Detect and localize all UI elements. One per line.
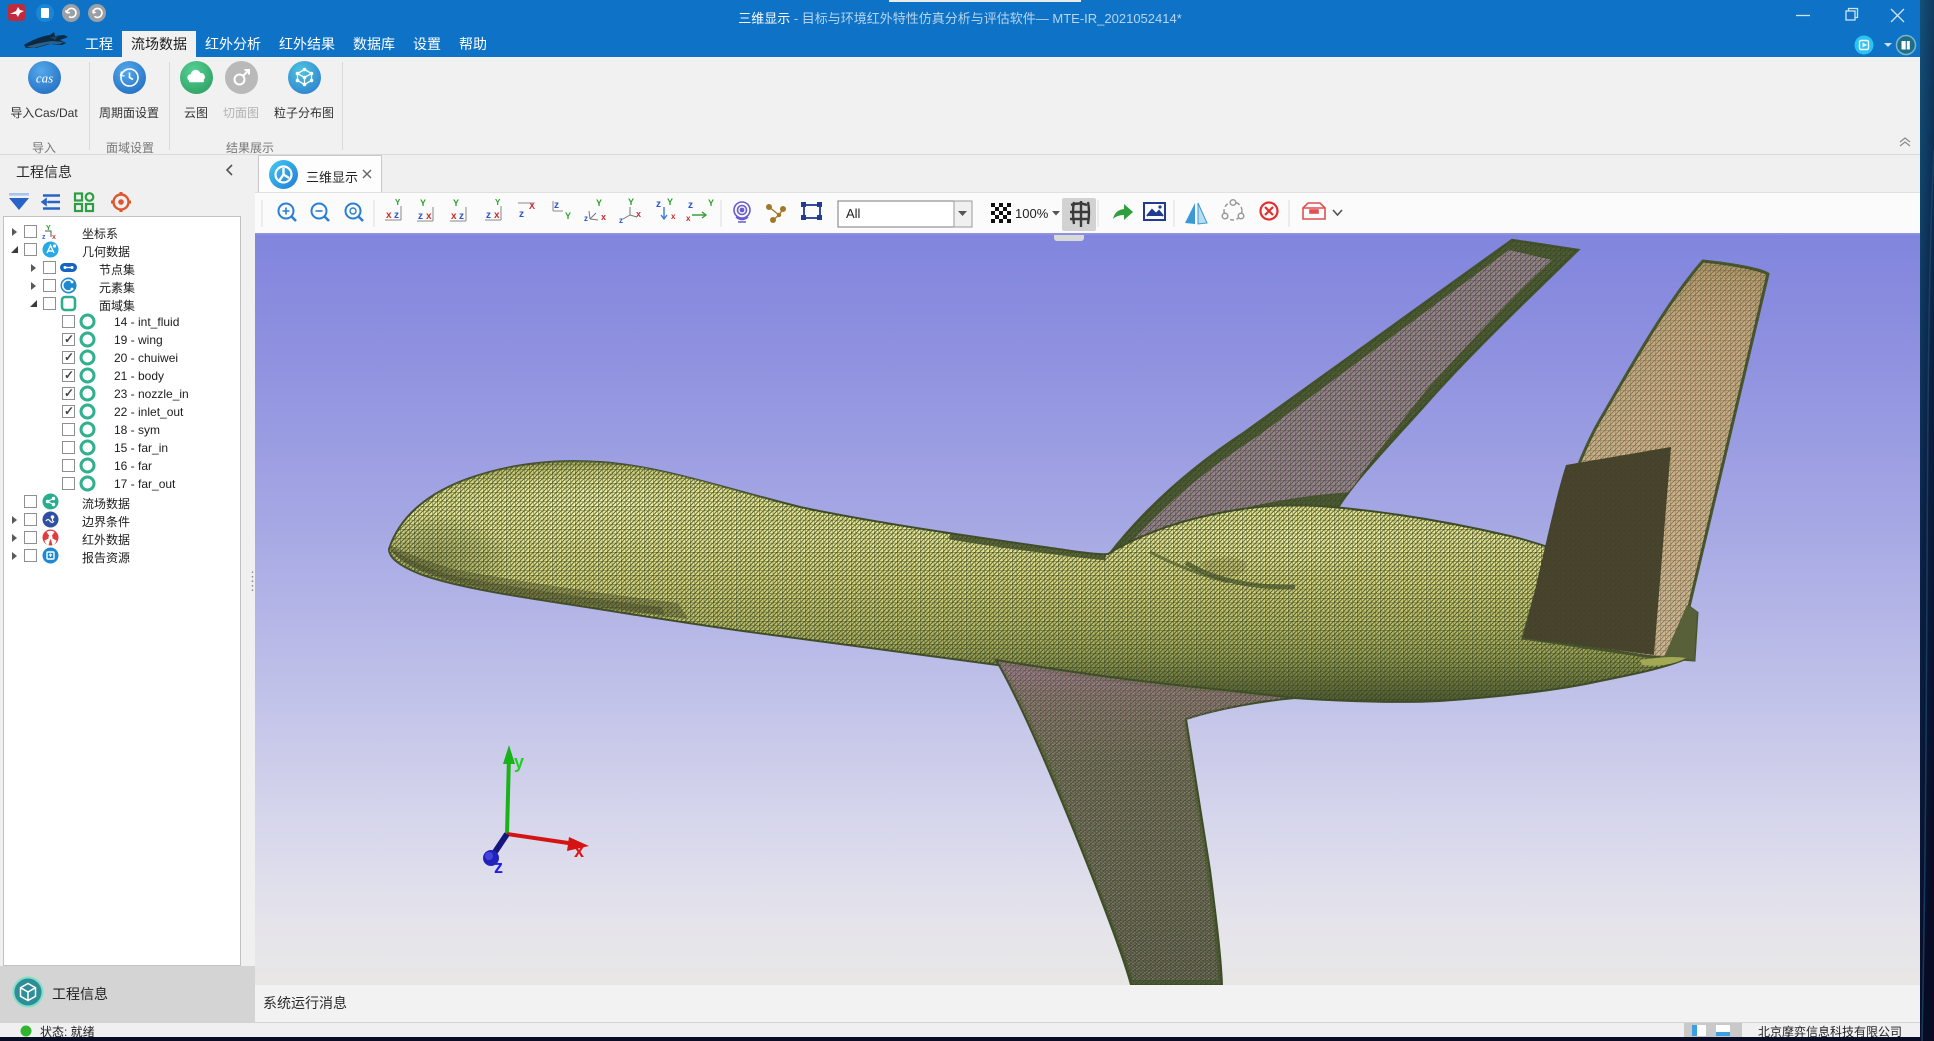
svg-text:Y: Y bbox=[667, 197, 673, 207]
svg-text:x: x bbox=[671, 212, 676, 221]
svg-text:z: z bbox=[486, 210, 491, 221]
svg-text:x: x bbox=[494, 210, 500, 221]
svg-text:x: x bbox=[386, 210, 392, 221]
svg-text:z: z bbox=[42, 234, 46, 240]
svg-text:z: z bbox=[554, 200, 559, 211]
svg-text:x: x bbox=[686, 214, 691, 223]
svg-text:cas: cas bbox=[35, 71, 52, 86]
svg-text:y: y bbox=[514, 752, 524, 772]
svg-text:100%: 100% bbox=[1015, 206, 1049, 221]
svg-text:x: x bbox=[601, 212, 606, 222]
svg-text:z: z bbox=[656, 199, 661, 210]
svg-text:z: z bbox=[688, 200, 693, 211]
svg-text:z: z bbox=[459, 211, 464, 222]
svg-text:Y: Y bbox=[420, 198, 426, 208]
svg-text:Y: Y bbox=[628, 197, 634, 207]
svg-text:z: z bbox=[394, 210, 399, 221]
svg-text:x: x bbox=[52, 234, 56, 240]
svg-text:Y: Y bbox=[495, 198, 501, 207]
svg-text:z: z bbox=[494, 857, 503, 877]
svg-text:Y: Y bbox=[596, 198, 602, 208]
svg-text:z: z bbox=[519, 209, 524, 220]
svg-text:z: z bbox=[584, 214, 588, 223]
svg-text:z: z bbox=[619, 216, 623, 225]
svg-text:x: x bbox=[574, 841, 584, 861]
svg-text:x: x bbox=[426, 211, 432, 222]
svg-text:Y: Y bbox=[565, 211, 571, 221]
svg-text:Y: Y bbox=[453, 198, 459, 208]
svg-text:Y: Y bbox=[708, 198, 714, 208]
svg-text:z: z bbox=[418, 211, 423, 222]
svg-text:x: x bbox=[636, 209, 641, 219]
svg-text:All: All bbox=[846, 206, 861, 221]
svg-text:Y: Y bbox=[395, 198, 401, 207]
svg-text:x: x bbox=[451, 211, 457, 222]
